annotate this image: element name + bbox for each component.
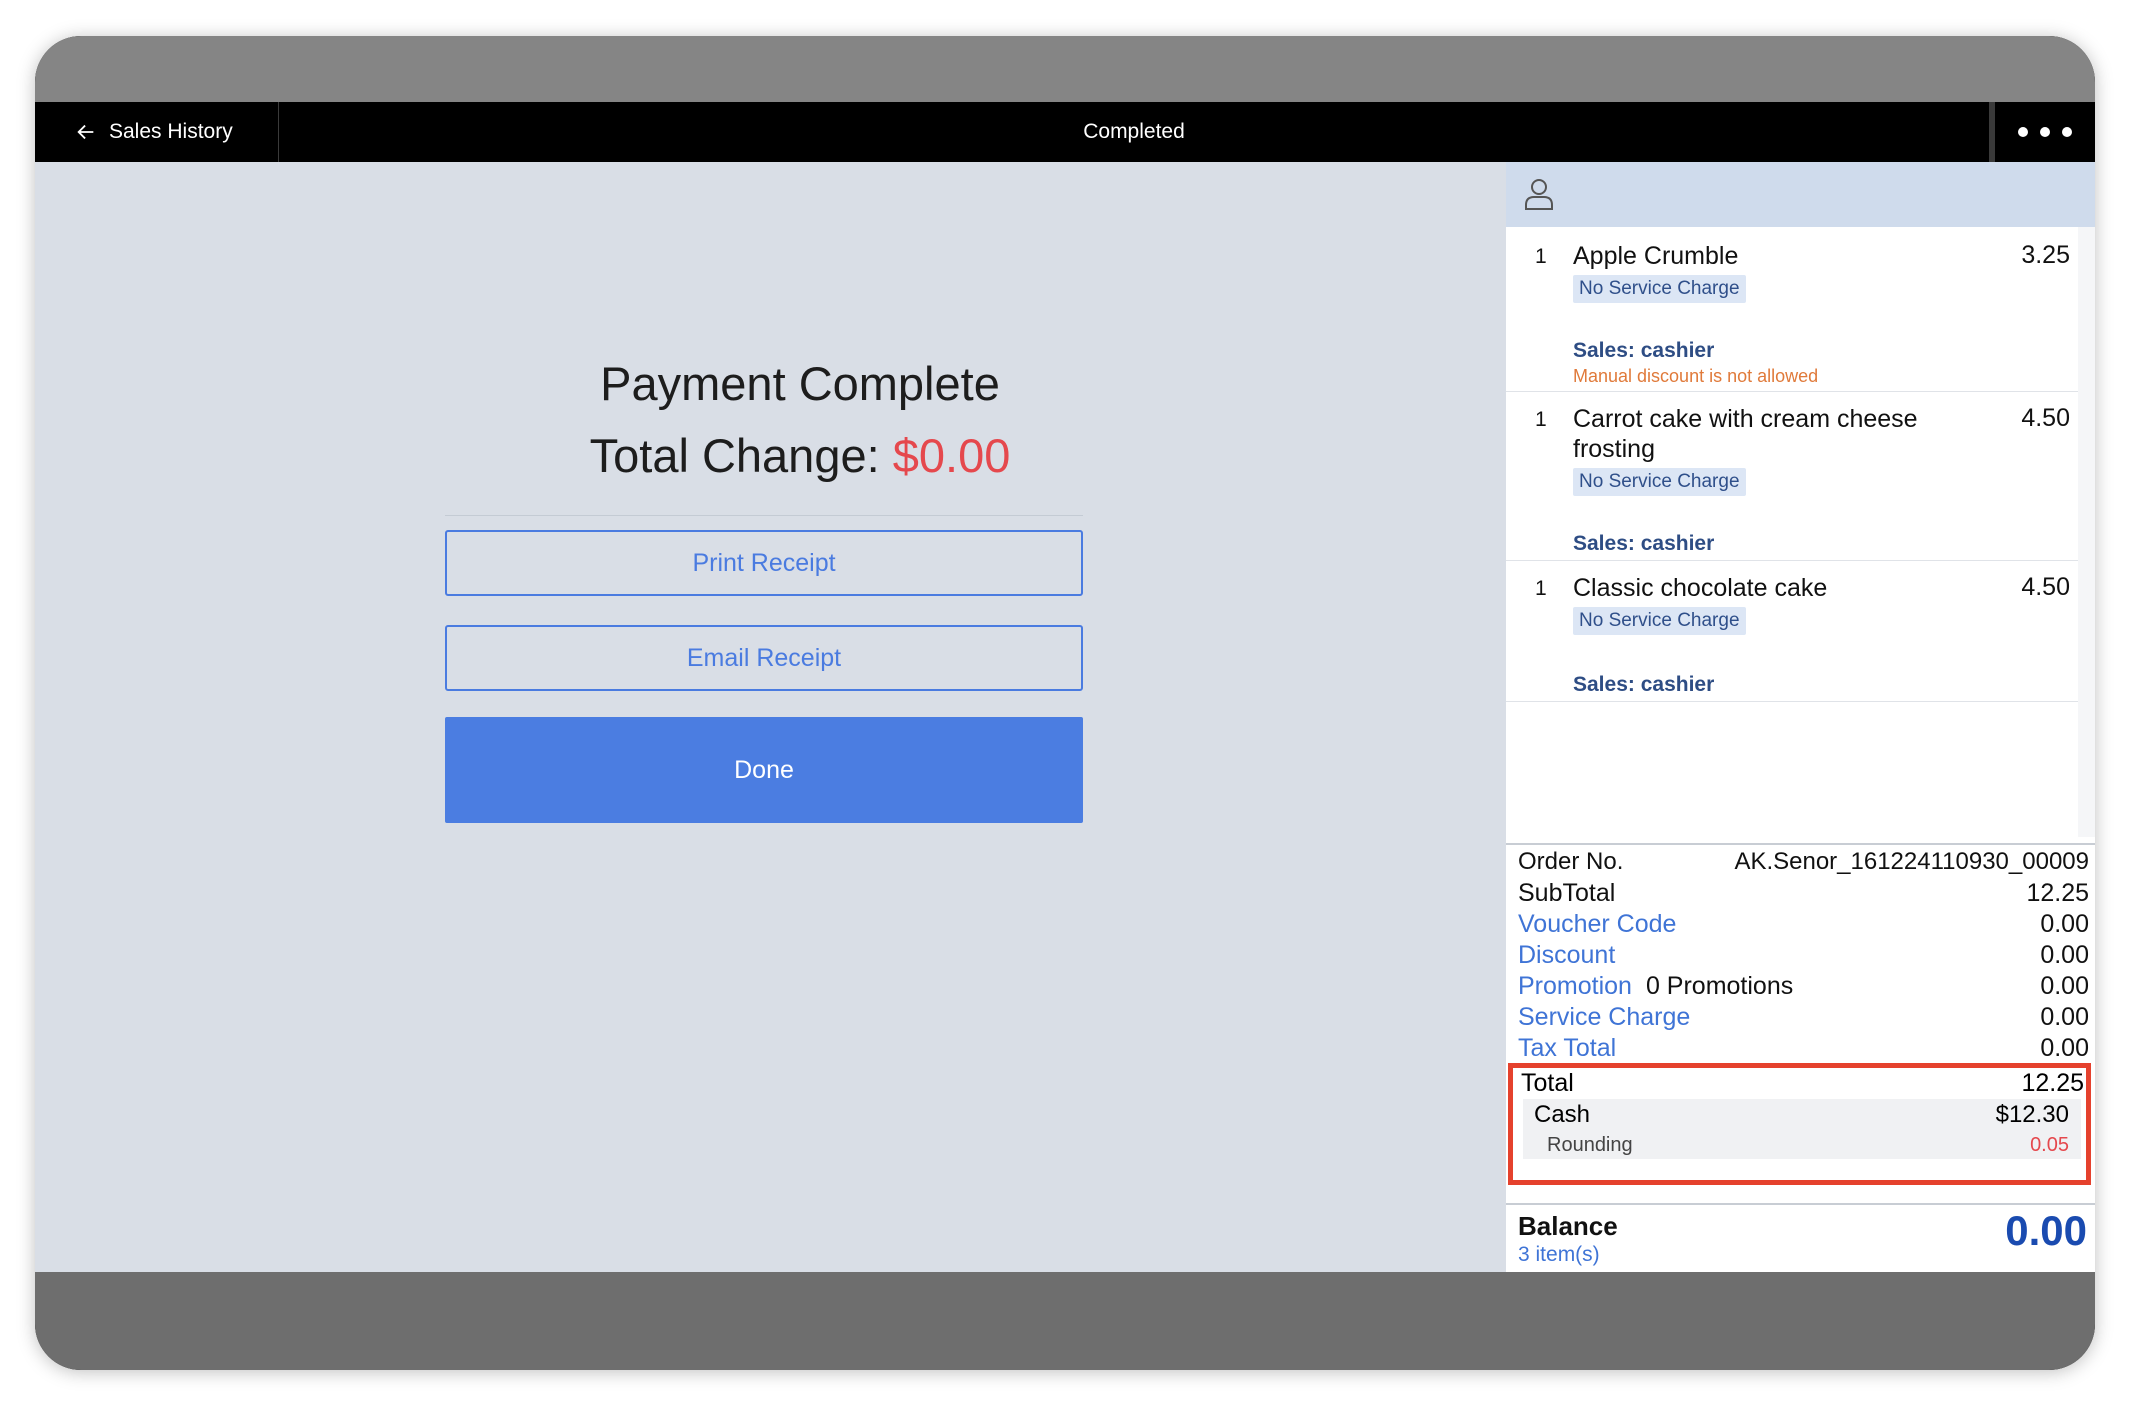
item-name: Classic chocolate cake bbox=[1573, 574, 1828, 602]
cash-label: Cash bbox=[1534, 1101, 1591, 1128]
promotion-row: Promotion 0 Promotions 0.00 bbox=[1518, 971, 2089, 1001]
subtotal-label: SubTotal bbox=[1518, 878, 1616, 907]
more-dot bbox=[2040, 127, 2050, 137]
sales-person: Sales: cashier bbox=[1573, 673, 1715, 696]
rounding-value: 0.05 bbox=[2030, 1133, 2069, 1156]
order-items-list[interactable]: 1 Apple Crumble 3.25 No Service Charge S… bbox=[1506, 227, 2078, 837]
discount-link[interactable]: Discount bbox=[1518, 941, 1615, 970]
rounding-label: Rounding bbox=[1547, 1133, 1633, 1156]
tax-total-value: 0.00 bbox=[2040, 1033, 2089, 1062]
order-number-value: AK.Senor_161224110930_00009 bbox=[1734, 848, 2089, 875]
item-qty: 1 bbox=[1535, 577, 1547, 600]
service-charge-tag: No Service Charge bbox=[1573, 468, 1746, 496]
item-price: 4.50 bbox=[2021, 404, 2070, 432]
total-change: Total Change: $0.00 bbox=[445, 428, 1155, 483]
total-highlight-box: Total 12.25 Cash $12.30 Rounding 0.05 bbox=[1508, 1063, 2091, 1185]
subtotal-row: SubTotal 12.25 bbox=[1518, 878, 2089, 908]
item-count: 3 item(s) bbox=[1518, 1243, 1600, 1266]
promotion-value: 0.00 bbox=[2040, 971, 2089, 1000]
item-name: Apple Crumble bbox=[1573, 242, 1739, 270]
divider bbox=[445, 515, 1083, 516]
voucher-row: Voucher Code 0.00 bbox=[1518, 909, 2089, 939]
more-horizontal-icon bbox=[2018, 127, 2028, 137]
email-receipt-button[interactable]: Email Receipt bbox=[445, 625, 1083, 691]
total-label: Total bbox=[1521, 1068, 1574, 1097]
voucher-value: 0.00 bbox=[2040, 909, 2089, 938]
top-nav-bar: Sales History Completed bbox=[35, 102, 2095, 162]
order-number-row: Order No. AK.Senor_161224110930_00009 bbox=[1518, 847, 2089, 877]
order-summary: Order No. AK.Senor_161224110930_00009 Su… bbox=[1506, 843, 2095, 1274]
service-charge-tag: No Service Charge bbox=[1573, 275, 1746, 303]
app-screen: Sales History Completed Payment Complete… bbox=[35, 82, 2095, 1370]
payment-panel: Payment Complete Total Change: $0.00 Pri… bbox=[35, 162, 1506, 1272]
payment-complete-heading: Payment Complete bbox=[600, 357, 1000, 410]
balance-label: Balance bbox=[1518, 1211, 1618, 1241]
order-number-label: Order No. bbox=[1518, 848, 1624, 875]
order-panel: 1 Apple Crumble 3.25 No Service Charge S… bbox=[1506, 162, 2095, 1272]
balance-value: 0.00 bbox=[2005, 1207, 2087, 1254]
subtotal-value: 12.25 bbox=[2026, 878, 2089, 907]
more-options-button[interactable] bbox=[1989, 102, 2095, 162]
list-item[interactable]: 1 Apple Crumble 3.25 No Service Charge S… bbox=[1506, 227, 2078, 392]
total-value: 12.25 bbox=[2021, 1068, 2084, 1097]
item-price: 4.50 bbox=[2021, 573, 2070, 601]
items-scrollbar[interactable] bbox=[2078, 227, 2095, 837]
service-charge-tag: No Service Charge bbox=[1573, 607, 1746, 635]
total-row: Total 12.25 bbox=[1521, 1068, 2084, 1098]
service-charge-link[interactable]: Service Charge bbox=[1518, 1003, 1690, 1032]
total-change-amount: $0.00 bbox=[892, 429, 1011, 482]
tablet-frame: Sales History Completed Payment Complete… bbox=[35, 36, 2095, 1370]
arrow-left-icon bbox=[77, 124, 94, 140]
discount-value: 0.00 bbox=[2040, 940, 2089, 969]
customer-bar[interactable] bbox=[1506, 162, 2095, 227]
back-button-label: Sales History bbox=[109, 120, 233, 143]
item-price: 3.25 bbox=[2021, 241, 2070, 269]
sales-person: Sales: cashier bbox=[1573, 532, 1715, 555]
discount-warning: Manual discount is not allowed bbox=[1573, 366, 1819, 386]
page-title: Completed bbox=[1083, 120, 1185, 143]
list-item[interactable]: 1 Classic chocolate cake 4.50 No Service… bbox=[1506, 561, 2078, 702]
back-to-sales-history-button[interactable]: Sales History bbox=[35, 102, 279, 162]
payment-entry[interactable]: Cash $12.30 Rounding 0.05 bbox=[1523, 1099, 2081, 1159]
user-icon[interactable] bbox=[1524, 178, 1554, 210]
sales-person: Sales: cashier bbox=[1573, 339, 1715, 362]
service-charge-row: Service Charge 0.00 bbox=[1518, 1002, 2089, 1032]
tax-total-link[interactable]: Tax Total bbox=[1518, 1034, 1616, 1063]
cash-value: $12.30 bbox=[1995, 1101, 2069, 1128]
done-button[interactable]: Done bbox=[445, 717, 1083, 823]
discount-row: Discount 0.00 bbox=[1518, 940, 2089, 970]
item-qty: 1 bbox=[1535, 245, 1547, 268]
voucher-code-link[interactable]: Voucher Code bbox=[1518, 910, 1676, 939]
balance-section: Balance 3 item(s) 0.00 bbox=[1506, 1203, 2095, 1276]
promotion-link[interactable]: Promotion bbox=[1518, 972, 1632, 1001]
bottom-bar bbox=[35, 1272, 2095, 1370]
item-name: Carrot cake with cream cheese frosting bbox=[1573, 405, 1918, 463]
total-change-label: Total Change: bbox=[589, 429, 880, 482]
promotion-count: 0 Promotions bbox=[1645, 971, 1794, 1000]
service-charge-value: 0.00 bbox=[2040, 1002, 2089, 1031]
print-receipt-button[interactable]: Print Receipt bbox=[445, 530, 1083, 596]
list-item[interactable]: 1 Carrot cake with cream cheese frosting… bbox=[1506, 392, 2078, 561]
item-qty: 1 bbox=[1535, 408, 1547, 431]
more-dot bbox=[2062, 127, 2072, 137]
rounding-row: Rounding 0.05 bbox=[1547, 1133, 2069, 1157]
cash-row: Cash $12.30 bbox=[1534, 1099, 2069, 1131]
tax-total-row: Tax Total 0.00 bbox=[1518, 1033, 2089, 1063]
